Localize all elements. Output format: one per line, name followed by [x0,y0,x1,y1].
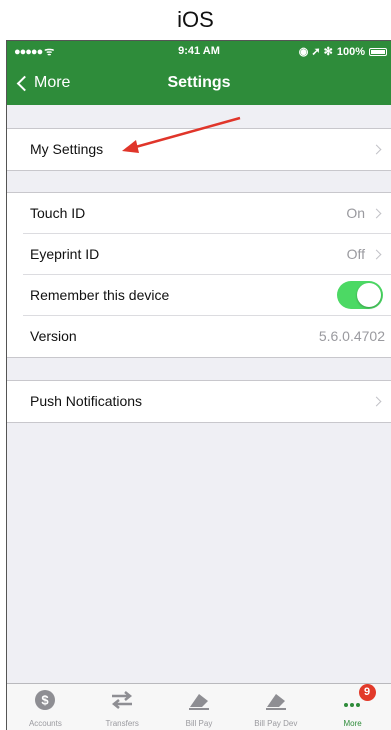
tab-label: Transfers [105,719,139,728]
row-label: My Settings [30,141,104,157]
status-right: ◉ ➚ ✻ 100% [299,45,387,58]
chevron-right-icon [371,144,382,155]
row-my-settings[interactable]: My Settings [23,129,391,170]
row-label: Version [30,328,77,344]
settings-group-profile: My Settings [7,128,391,171]
tab-label: Bill Pay Dev [254,719,298,728]
page-caption: iOS [177,7,214,32]
row-value: Off [346,246,365,262]
svg-text:$: $ [42,693,50,708]
row-label: Touch ID [30,205,86,221]
tab-label: Accounts [28,719,62,728]
row-touch-id[interactable]: Touch ID On [23,193,391,234]
settings-group-security: Touch ID On Eyeprint ID Off Remember thi… [7,192,391,358]
page-title: Settings [167,74,231,91]
tab-more[interactable]: 9 More [314,684,391,730]
tab-label: More [343,719,362,728]
phone-screen: ●●●●● ᯤ 9:41 AM ◉ ➚ ✻ 100% More Settings… [6,40,391,730]
status-bar: ●●●●● ᯤ 9:41 AM ◉ ➚ ✻ 100% [7,41,391,61]
tab-accounts[interactable]: $ Accounts [7,684,84,730]
tab-label: Bill Pay [185,719,213,728]
row-label: Remember this device [30,287,170,303]
chevron-right-icon [371,208,382,219]
row-label: Push Notifications [30,393,143,409]
settings-group-notifications: Push Notifications [7,380,391,423]
version-value: 5.6.0.4702 [318,328,385,344]
row-value: On [346,205,365,221]
notification-badge: 9 [358,684,376,701]
remember-device-toggle[interactable] [337,281,383,309]
chevron-right-icon [371,396,382,407]
dollar-circle-icon: $ [35,690,56,710]
tab-bill-pay[interactable]: Bill Pay [161,684,238,730]
tab-bar: $ Accounts Transfers Bill Pay Bill Pay D… [7,683,391,730]
tab-bill-pay-dev[interactable]: Bill Pay Dev [237,684,314,730]
battery-percent: 100% [336,45,365,58]
row-version: Version 5.6.0.4702 [23,316,391,357]
row-remember-device: Remember this device [23,275,391,316]
row-label: Eyeprint ID [30,246,100,262]
row-push-notifications[interactable]: Push Notifications [23,381,391,422]
bill-pay-icon [188,694,209,710]
battery-icon [369,47,387,56]
chevron-right-icon [371,249,382,260]
status-icons: ◉ ➚ ✻ [298,46,333,58]
navigation-bar: ●●●●● ᯤ 9:41 AM ◉ ➚ ✻ 100% More Settings [7,41,391,105]
toggle-knob [357,283,381,307]
tab-transfers[interactable]: Transfers [84,684,161,730]
transfer-arrows-icon [112,691,133,709]
bill-pay-icon [265,694,286,710]
row-eyeprint-id[interactable]: Eyeprint ID Off [23,234,391,275]
